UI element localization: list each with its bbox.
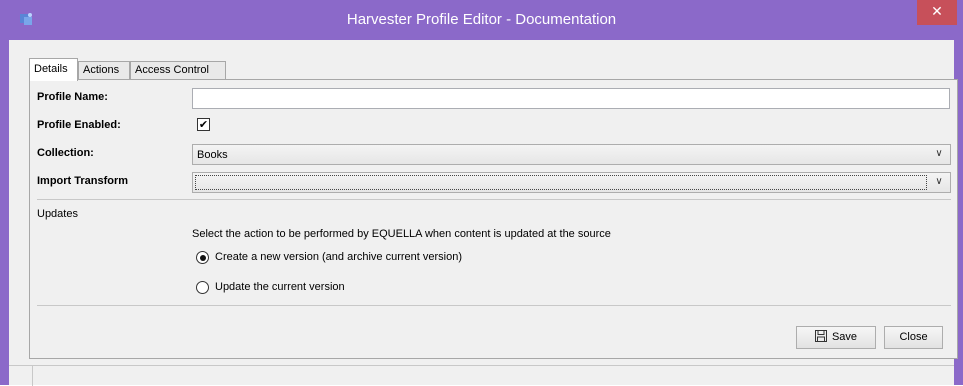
title-bar[interactable]: Harvester Profile Editor - Documentation… bbox=[0, 0, 963, 40]
status-bar bbox=[9, 365, 954, 386]
window-close-button[interactable]: ✕ bbox=[917, 0, 957, 25]
dialog-body: Details Actions Access Control Profile N… bbox=[9, 40, 958, 372]
radio-button[interactable] bbox=[196, 251, 209, 264]
collection-value: Books bbox=[197, 149, 228, 161]
import-transform-label: Import Transform bbox=[37, 175, 129, 187]
profile-enabled-checkbox[interactable]: ✔ bbox=[197, 118, 210, 131]
updates-section-title: Updates bbox=[37, 208, 78, 220]
radio-button[interactable] bbox=[196, 281, 209, 294]
radio-selected-dot bbox=[199, 254, 206, 261]
details-panel: Profile Name: Profile Enabled: ✔ Collect… bbox=[29, 79, 958, 359]
save-button[interactable]: Save bbox=[796, 326, 876, 349]
tab-actions[interactable]: Actions bbox=[78, 61, 130, 80]
tab-details[interactable]: Details bbox=[29, 58, 78, 81]
window-title: Harvester Profile Editor - Documentation bbox=[346, 11, 617, 28]
profile-name-label: Profile Name: bbox=[37, 91, 108, 103]
harvester-profile-editor-window: Harvester Profile Editor - Documentation… bbox=[0, 0, 963, 386]
chevron-down-icon: ∨ bbox=[935, 176, 943, 187]
profile-enabled-label: Profile Enabled: bbox=[37, 119, 121, 131]
radio-label: Create a new version (and archive curren… bbox=[215, 251, 463, 263]
check-icon: ✔ bbox=[198, 118, 209, 131]
separator bbox=[37, 305, 951, 306]
save-label: Save bbox=[831, 331, 858, 343]
chevron-down-icon: ∨ bbox=[935, 148, 943, 159]
collection-label: Collection: bbox=[37, 147, 94, 159]
collection-select[interactable]: Books ∨ bbox=[192, 144, 951, 165]
separator bbox=[37, 199, 951, 200]
import-transform-select[interactable]: ∨ bbox=[192, 172, 951, 193]
floppy-disk-icon bbox=[814, 330, 827, 343]
close-button[interactable]: Close bbox=[884, 326, 943, 349]
status-divider bbox=[32, 366, 33, 386]
updates-instruction: Select the action to be performed by EQU… bbox=[192, 228, 611, 240]
tab-access-control[interactable]: Access Control bbox=[130, 61, 226, 80]
profile-name-input[interactable] bbox=[192, 88, 950, 109]
focus-ring bbox=[195, 175, 927, 190]
radio-label: Update the current version bbox=[215, 281, 345, 293]
